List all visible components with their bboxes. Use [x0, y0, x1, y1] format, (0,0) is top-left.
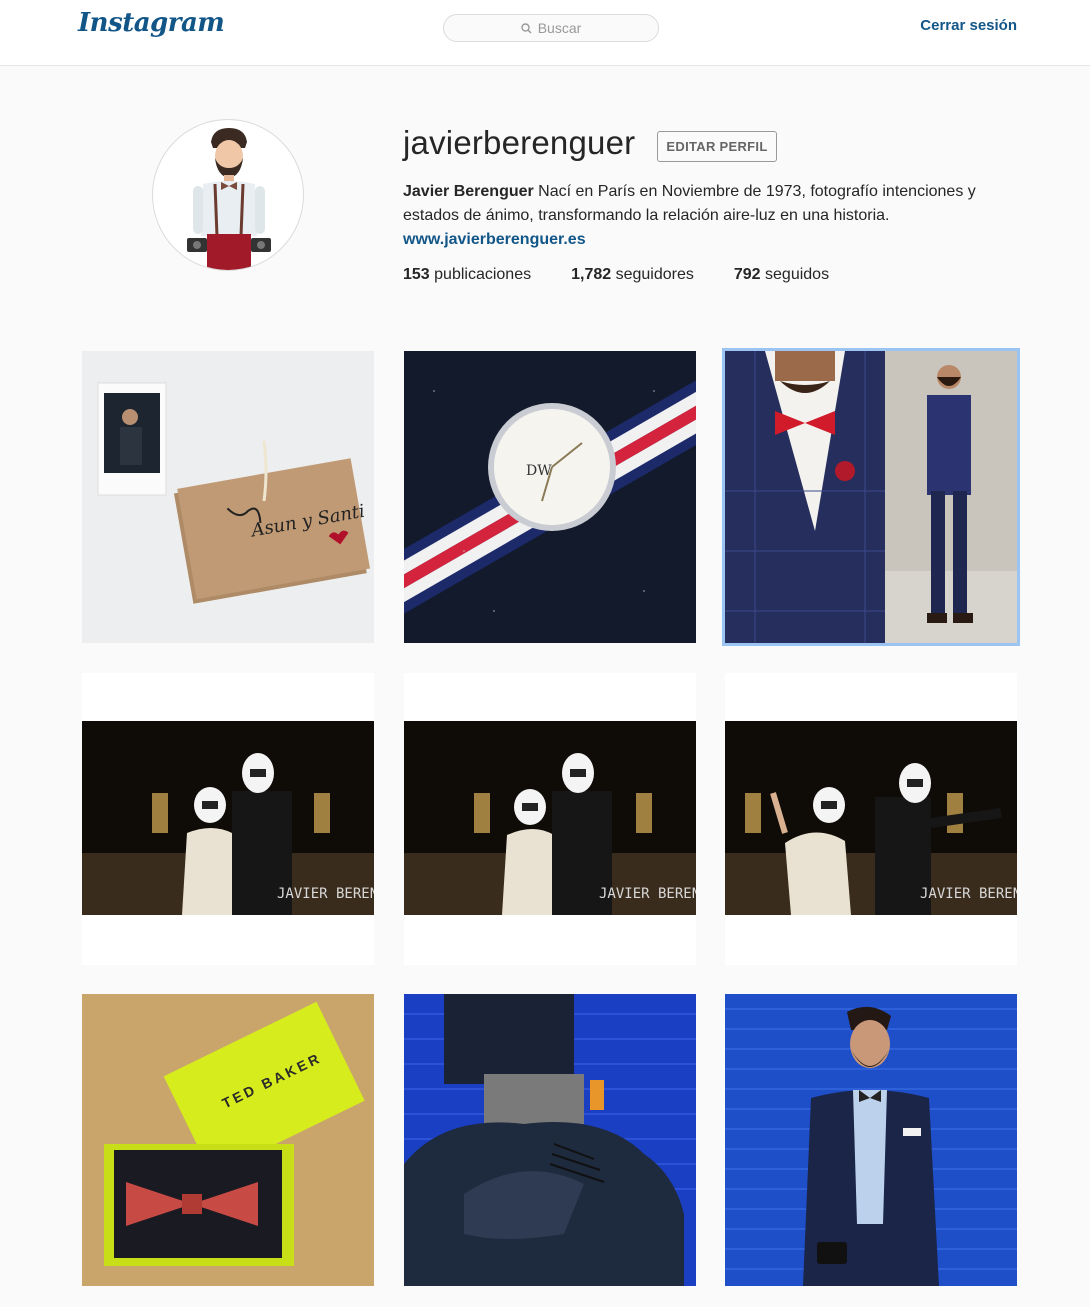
post-image-navy-suit [725, 351, 1017, 643]
followers-count: 1,782 [571, 266, 612, 283]
post-image-wristwatch: DW [404, 351, 696, 643]
post-tile[interactable]: JAVIER BERENGUER [82, 673, 374, 965]
post-tile[interactable] [404, 994, 696, 1286]
website-link[interactable]: www.javierberenguer.es [403, 228, 1013, 252]
post-tile[interactable] [722, 348, 1020, 646]
posts-label: publicaciones [429, 266, 532, 283]
search-input[interactable]: Buscar [443, 14, 659, 42]
post-image-ted-baker-bowtie: TED BAKER [82, 994, 374, 1286]
profile-stats: 153 publicaciones 1,782 seguidores 792 s… [403, 266, 869, 284]
profile-full-name: Javier Berenguer [403, 183, 534, 200]
posts-stat: 153 publicaciones [403, 266, 531, 284]
post-tile[interactable]: JAVIER BERENGUER [725, 673, 1017, 965]
post-tile[interactable]: TED BAKER [82, 994, 374, 1286]
profile-username: javierberenguer [403, 124, 636, 161]
following-label: seguidos [760, 266, 830, 283]
post-tile[interactable]: DW [404, 351, 696, 643]
instagram-logo[interactable]: Instagram [78, 8, 225, 38]
posts-count: 153 [403, 266, 430, 283]
photo-watermark: JAVIER BERENGUER [599, 886, 696, 902]
post-tile[interactable]: Asun y Santi [82, 351, 374, 643]
top-navbar: Instagram Buscar Cerrar sesión [0, 0, 1090, 66]
profile-bio: Javier Berenguer Nací en París en Noviem… [403, 180, 1013, 252]
photo-watermark: JAVIER BERENGUER [920, 886, 1017, 902]
post-tile[interactable]: JAVIER BERENGUER [404, 673, 696, 965]
post-image-shoes-blue-shutter [404, 994, 696, 1286]
watch-logo: DW [526, 463, 552, 479]
following-stat[interactable]: 792 seguidos [734, 266, 829, 284]
post-image-stormtrooper-couple-1: JAVIER BERENGUER [82, 673, 374, 965]
followers-label: seguidores [611, 266, 694, 283]
followers-stat[interactable]: 1,782 seguidores [571, 266, 694, 284]
post-image-wedding-invitation: Asun y Santi [82, 351, 374, 643]
post-tile[interactable] [725, 994, 1017, 1286]
photo-watermark: JAVIER BERENGUER [277, 886, 374, 902]
post-image-stormtrooper-couple-3: JAVIER BERENGUER [725, 673, 1017, 965]
following-count: 792 [733, 266, 761, 283]
search-icon [521, 22, 532, 34]
avatar-illustration [187, 128, 271, 270]
edit-profile-button[interactable]: EDITAR PERFIL [657, 131, 777, 162]
search-placeholder: Buscar [537, 20, 582, 36]
post-image-stormtrooper-couple-2: JAVIER BERENGUER [404, 673, 696, 965]
profile-avatar[interactable] [152, 119, 304, 271]
logout-link[interactable]: Cerrar sesión [920, 17, 1017, 34]
post-image-man-blue-shutter [725, 994, 1017, 1286]
